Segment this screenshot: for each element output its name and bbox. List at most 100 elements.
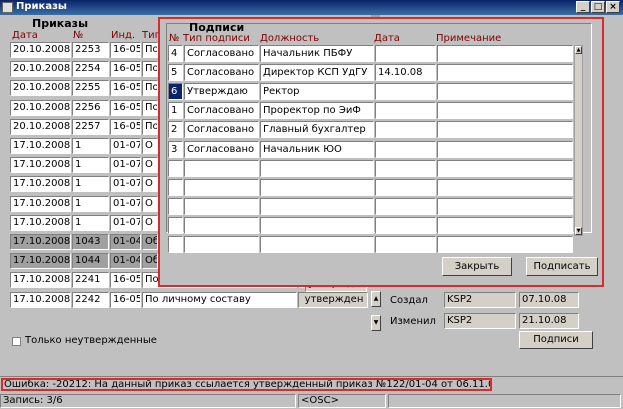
sig-num-cell[interactable]: 3 xyxy=(168,141,183,158)
sig-date-cell[interactable] xyxy=(375,83,436,100)
order-num-cell[interactable]: 2242 xyxy=(72,292,109,308)
signatures-button[interactable]: Подписи xyxy=(519,331,593,349)
order-type-cell[interactable]: По личному составу xyxy=(142,292,297,308)
order-type-cell[interactable]: О xyxy=(142,138,158,154)
sig-note-cell[interactable] xyxy=(437,236,573,253)
order-date-cell[interactable]: 17.10.2008 xyxy=(10,138,71,154)
sig-type-cell[interactable] xyxy=(184,160,259,177)
order-date-cell[interactable]: 17.10.2008 xyxy=(10,196,71,212)
sig-num-cell[interactable]: 1 xyxy=(168,102,183,119)
order-type-cell[interactable]: Об xyxy=(142,234,158,250)
sig-date-cell[interactable] xyxy=(375,198,436,215)
sig-type-cell[interactable] xyxy=(184,236,259,253)
order-date-cell[interactable]: 17.10.2008 xyxy=(10,215,71,231)
order-num-cell[interactable]: 1 xyxy=(72,138,109,154)
sig-note-cell[interactable] xyxy=(437,160,573,177)
sig-position-cell[interactable] xyxy=(260,179,374,196)
sig-num-cell[interactable]: 5 xyxy=(168,64,183,81)
sig-note-cell[interactable] xyxy=(437,102,573,119)
sig-position-cell[interactable]: Проректор по ЭиФ xyxy=(260,102,374,119)
orders-scroll-arrow[interactable]: ▲ xyxy=(371,291,381,307)
order-index-cell[interactable]: 16-05 xyxy=(110,292,141,308)
order-index-cell[interactable]: 01-07 xyxy=(110,157,141,173)
scroll-down-icon[interactable]: ▼ xyxy=(575,227,582,235)
order-type-cell[interactable]: По xyxy=(142,119,158,135)
order-date-cell[interactable]: 20.10.2008 xyxy=(10,100,71,116)
sig-date-cell[interactable] xyxy=(375,45,436,62)
sig-date-cell[interactable]: 14.10.08 xyxy=(375,64,436,81)
sig-position-cell[interactable] xyxy=(260,217,374,234)
sig-note-cell[interactable] xyxy=(437,64,573,81)
order-type-cell[interactable]: О xyxy=(142,157,158,173)
sig-note-cell[interactable] xyxy=(437,217,573,234)
order-date-cell[interactable]: 20.10.2008 xyxy=(10,119,71,135)
sig-position-cell[interactable]: Начальник ЮО xyxy=(260,141,374,158)
order-num-cell[interactable]: 1 xyxy=(72,196,109,212)
order-num-cell[interactable]: 2255 xyxy=(72,80,109,96)
close-button[interactable]: × xyxy=(606,1,620,13)
order-date-cell[interactable]: 17.10.2008 xyxy=(10,253,71,269)
sig-date-cell[interactable] xyxy=(375,217,436,234)
order-type-cell[interactable]: О xyxy=(142,215,158,231)
order-date-cell[interactable]: 20.10.2008 xyxy=(10,80,71,96)
sig-num-cell[interactable]: 2 xyxy=(168,121,183,138)
sig-num-cell[interactable]: 6 xyxy=(168,83,183,100)
order-num-cell[interactable]: 2254 xyxy=(72,61,109,77)
order-num-cell[interactable]: 2256 xyxy=(72,100,109,116)
sign-button[interactable]: Подписать xyxy=(526,257,598,276)
sig-date-cell[interactable] xyxy=(375,236,436,253)
orders-scroll-arrow[interactable]: ▼ xyxy=(371,315,381,331)
sig-type-cell[interactable]: Утверждаю xyxy=(184,83,259,100)
order-num-cell[interactable]: 2241 xyxy=(72,272,109,288)
order-index-cell[interactable]: 01-04 xyxy=(110,253,141,269)
order-type-cell[interactable]: Об xyxy=(142,253,158,269)
sig-type-cell[interactable]: Согласовано xyxy=(184,102,259,119)
order-status-cell[interactable]: утвержден xyxy=(298,292,368,308)
sig-num-cell[interactable] xyxy=(168,236,183,253)
sig-type-cell[interactable]: Согласовано xyxy=(184,45,259,62)
order-date-cell[interactable]: 17.10.2008 xyxy=(10,292,71,308)
order-date-cell[interactable]: 17.10.2008 xyxy=(10,157,71,173)
close-dialog-button[interactable]: Закрыть xyxy=(442,257,512,276)
order-type-cell[interactable]: По xyxy=(142,100,158,116)
sig-position-cell[interactable]: Главный бухгалтер xyxy=(260,121,374,138)
order-num-cell[interactable]: 1 xyxy=(72,176,109,192)
signatures-scrollbar[interactable]: ▲ ▼ xyxy=(574,45,583,236)
sig-date-cell[interactable] xyxy=(375,160,436,177)
sig-note-cell[interactable] xyxy=(437,121,573,138)
order-index-cell[interactable]: 01-07 xyxy=(110,215,141,231)
order-index-cell[interactable]: 16-05 xyxy=(110,42,141,58)
scroll-up-icon[interactable]: ▲ xyxy=(575,46,582,54)
order-type-cell[interactable]: По xyxy=(142,42,158,58)
sig-note-cell[interactable] xyxy=(437,45,573,62)
order-type-cell[interactable]: О xyxy=(142,196,158,212)
order-num-cell[interactable]: 1044 xyxy=(72,253,109,269)
order-date-cell[interactable]: 20.10.2008 xyxy=(10,42,71,58)
sig-position-cell[interactable]: Начальник ПБФУ xyxy=(260,45,374,62)
sig-date-cell[interactable] xyxy=(375,121,436,138)
order-index-cell[interactable]: 01-07 xyxy=(110,196,141,212)
order-index-cell[interactable]: 16-05 xyxy=(110,80,141,96)
order-index-cell[interactable]: 16-05 xyxy=(110,61,141,77)
order-num-cell[interactable]: 1043 xyxy=(72,234,109,250)
order-type-cell[interactable]: По xyxy=(142,61,158,77)
sig-note-cell[interactable] xyxy=(437,83,573,100)
sig-date-cell[interactable] xyxy=(375,179,436,196)
order-type-cell[interactable]: По xyxy=(142,80,158,96)
sig-type-cell[interactable]: Согласовано xyxy=(184,64,259,81)
sig-note-cell[interactable] xyxy=(437,179,573,196)
order-date-cell[interactable]: 17.10.2008 xyxy=(10,272,71,288)
sig-num-cell[interactable] xyxy=(168,217,183,234)
sig-num-cell[interactable] xyxy=(168,179,183,196)
order-date-cell[interactable]: 17.10.2008 xyxy=(10,234,71,250)
sig-position-cell[interactable] xyxy=(260,160,374,177)
order-num-cell[interactable]: 1 xyxy=(72,215,109,231)
order-type-cell[interactable]: О xyxy=(142,176,158,192)
only-unapproved-checkbox[interactable] xyxy=(12,337,21,346)
sig-type-cell[interactable] xyxy=(184,179,259,196)
order-index-cell[interactable]: 01-07 xyxy=(110,176,141,192)
order-index-cell[interactable]: 16-05 xyxy=(110,100,141,116)
sig-type-cell[interactable] xyxy=(184,217,259,234)
sig-position-cell[interactable] xyxy=(260,236,374,253)
sig-note-cell[interactable] xyxy=(437,198,573,215)
